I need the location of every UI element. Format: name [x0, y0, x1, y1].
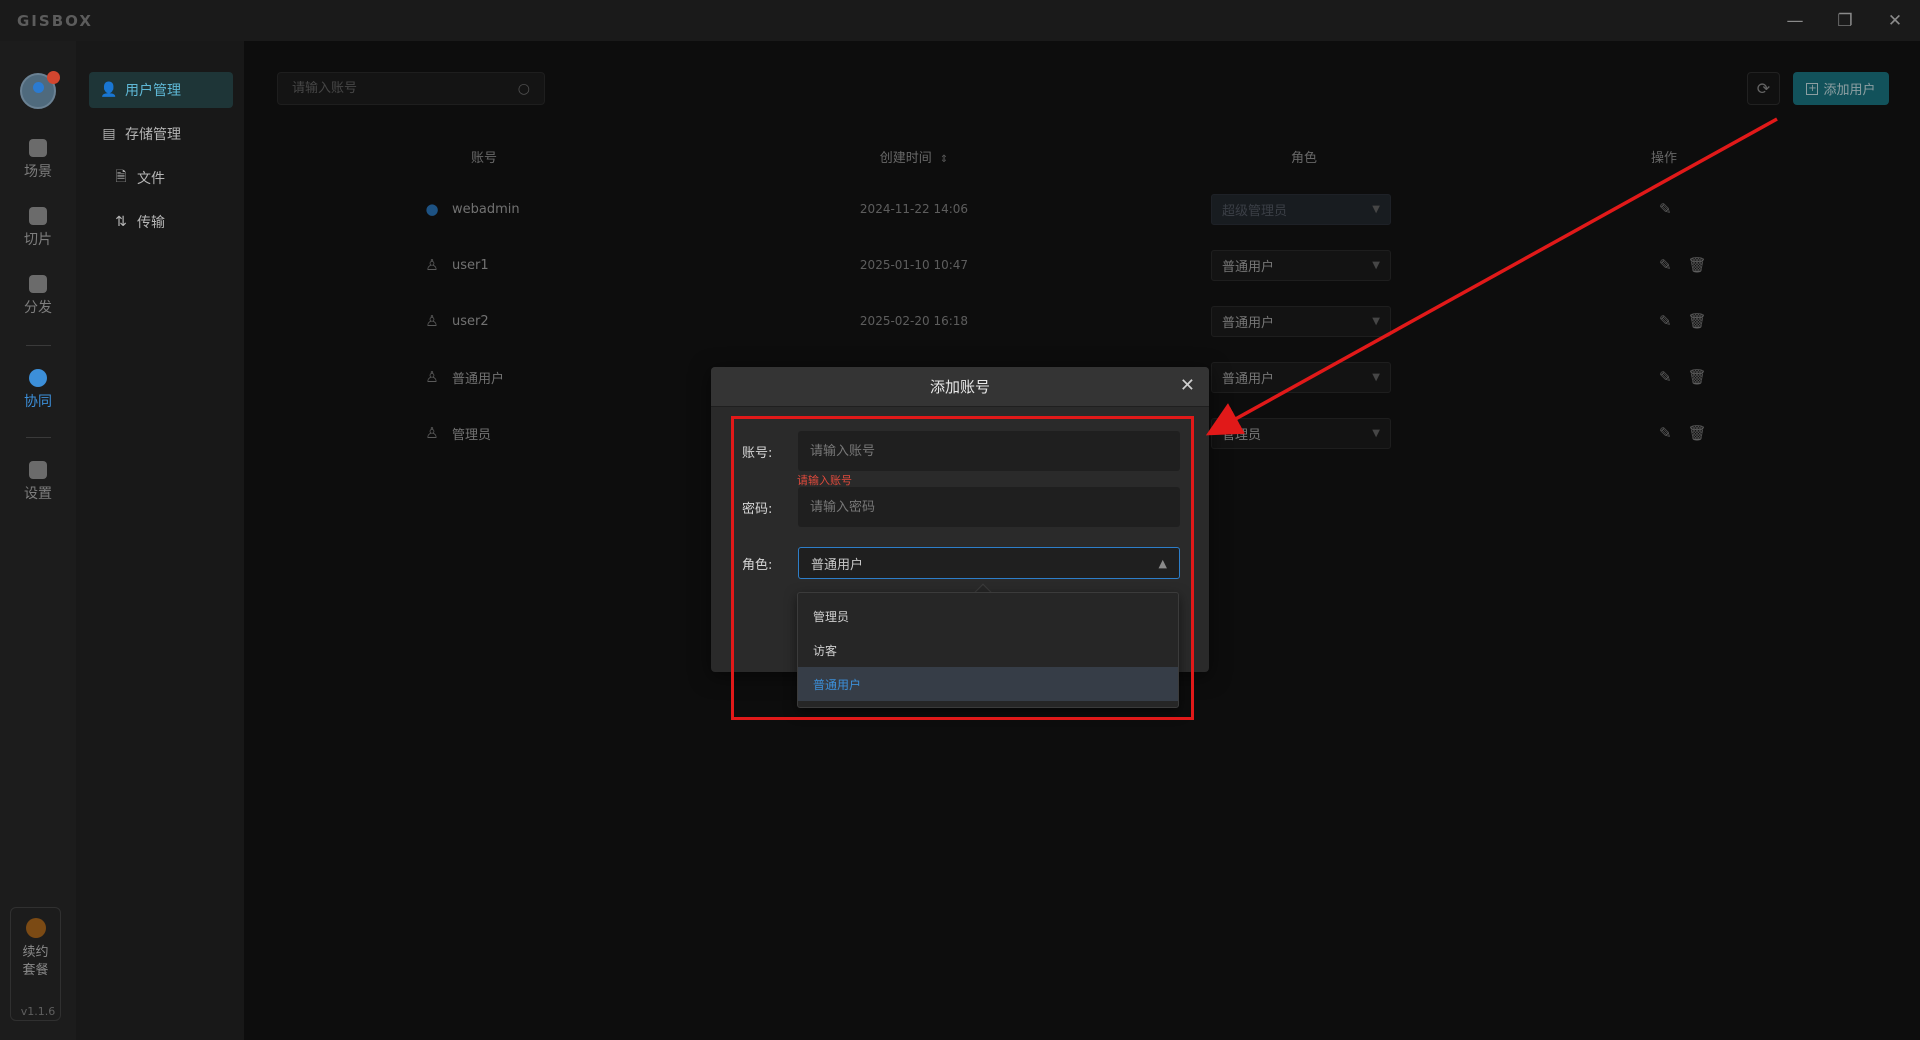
- nav-item-transfer[interactable]: ⇅ 传输: [89, 204, 233, 240]
- avatar[interactable]: [20, 71, 60, 109]
- nav-item-storage-management[interactable]: ▤ 存储管理: [89, 116, 233, 152]
- close-window-button[interactable]: ✕: [1870, 0, 1920, 41]
- rail-divider: [26, 345, 51, 346]
- window-controls: — ❐ ✕: [1770, 0, 1920, 41]
- distribute-icon: [29, 275, 47, 293]
- slice-icon: [29, 207, 47, 225]
- collaborate-icon: [29, 369, 47, 387]
- rail-item-label: 协同: [24, 394, 52, 410]
- file-icon: 🗎: [115, 169, 127, 185]
- scene-icon: [29, 139, 47, 157]
- rail-item-distribute[interactable]: 分发: [0, 275, 76, 317]
- renew-plan-button[interactable]: 续约 套餐: [10, 907, 61, 1021]
- renew-label-2: 套餐: [22, 963, 49, 978]
- renew-label-1: 续约: [22, 945, 49, 960]
- secondary-nav: 👤 用户管理 ▤ 存储管理 🗎 文件 ⇅ 传输: [76, 41, 244, 1040]
- rail-item-scene[interactable]: 场景: [0, 139, 76, 181]
- rail-item-slice[interactable]: 切片: [0, 207, 76, 249]
- rail-divider: [26, 437, 51, 438]
- settings-icon: [29, 461, 47, 479]
- nav-item-label: 存储管理: [125, 127, 181, 143]
- user-icon: 👤: [100, 82, 118, 98]
- annotation-highlight-box: [731, 416, 1194, 720]
- restore-button[interactable]: ❐: [1820, 0, 1870, 41]
- title-bar: GISBOX — ❐ ✕: [0, 0, 1920, 41]
- icon-rail: 场景 切片 分发 协同 设置 续约 套餐 v1.1.6: [0, 41, 76, 1040]
- rail-item-settings[interactable]: 设置: [0, 461, 76, 503]
- dialog-header: 添加账号 ✕: [711, 367, 1209, 407]
- app-logo: GISBOX: [17, 11, 93, 30]
- transfer-icon: ⇅: [115, 214, 127, 230]
- dialog-title: 添加账号: [929, 378, 990, 396]
- rail-item-label: 分发: [24, 300, 52, 316]
- minimize-button[interactable]: —: [1770, 0, 1820, 41]
- nav-item-label: 文件: [137, 171, 165, 187]
- lightning-icon: [25, 918, 46, 938]
- storage-icon: ▤: [102, 126, 116, 142]
- nav-item-file[interactable]: 🗎 文件: [89, 160, 233, 196]
- rail-item-collaborate[interactable]: 协同: [0, 369, 76, 411]
- app-version: v1.1.6: [20, 1005, 56, 1018]
- notification-badge: [47, 71, 60, 84]
- rail-item-label: 切片: [24, 232, 52, 248]
- nav-item-label: 传输: [137, 215, 165, 231]
- rail-item-label: 设置: [24, 486, 52, 502]
- nav-item-label: 用户管理: [125, 83, 181, 99]
- nav-item-user-management[interactable]: 👤 用户管理: [89, 72, 233, 108]
- rail-item-label: 场景: [24, 164, 52, 180]
- close-icon[interactable]: ✕: [1180, 375, 1195, 396]
